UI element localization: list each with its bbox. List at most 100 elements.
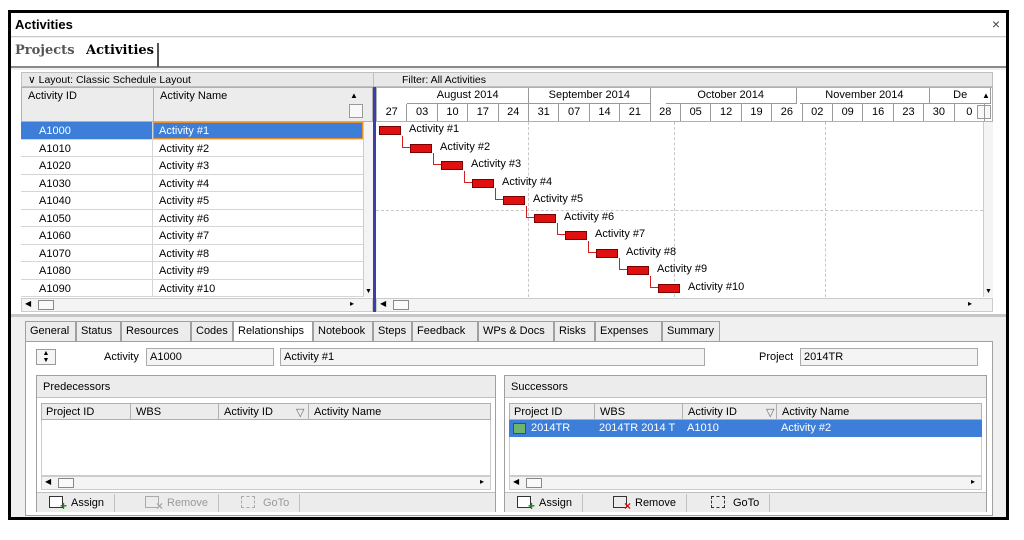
activity-label: Activity xyxy=(104,351,139,363)
column-header-activity-id[interactable]: Activity ID xyxy=(224,406,273,418)
column-divider[interactable] xyxy=(776,404,777,419)
gantt-bar[interactable] xyxy=(658,283,680,293)
scroll-left-icon[interactable]: ◀ xyxy=(45,477,51,486)
layout-selector[interactable]: ∨ Layout: Classic Schedule Layout xyxy=(21,72,378,87)
scroll-right-icon[interactable]: ▸ xyxy=(350,299,354,308)
column-header-wbs[interactable]: WBS xyxy=(136,406,161,418)
cell-divider xyxy=(152,279,153,296)
goto-successor-button[interactable]: GoTo xyxy=(711,494,771,512)
gantt-bar[interactable] xyxy=(534,213,556,223)
activity-name-cell: Activity #9 xyxy=(159,265,210,277)
tab-general[interactable]: General xyxy=(25,321,76,341)
assign-successor-button[interactable]: Assign xyxy=(517,494,584,513)
scroll-down-icon[interactable]: ▼ xyxy=(365,288,372,295)
activity-spinner[interactable]: ▲ ▼ xyxy=(36,349,56,365)
scroll-up-icon[interactable]: ▲ xyxy=(350,91,358,100)
column-header-activity-id[interactable]: Activity ID xyxy=(28,90,77,102)
column-divider[interactable] xyxy=(130,404,131,419)
column-divider[interactable] xyxy=(594,404,595,419)
pane-divider[interactable] xyxy=(11,314,1006,317)
gantt-bar[interactable] xyxy=(596,248,618,258)
cell-divider xyxy=(152,122,153,139)
column-header-activity-name[interactable]: Activity Name xyxy=(160,90,227,102)
gantt-bar[interactable] xyxy=(565,231,587,240)
scroll-thumb[interactable] xyxy=(393,300,409,310)
tab-notebook[interactable]: Notebook xyxy=(313,321,373,341)
tab-projects[interactable]: Projects xyxy=(15,43,75,58)
gantt-bar[interactable] xyxy=(472,178,494,188)
table-row[interactable]: A1030 Activity #4 xyxy=(21,174,363,192)
column-header-project-id[interactable]: Project ID xyxy=(46,406,94,418)
timescale-week: 24 xyxy=(499,104,529,121)
predecessors-list[interactable] xyxy=(41,420,491,476)
tab-steps[interactable]: Steps xyxy=(373,321,412,341)
tab-wps-docs[interactable]: WPs & Docs xyxy=(478,321,554,341)
scroll-left-icon[interactable]: ◀ xyxy=(513,477,519,486)
table-row[interactable]: A1050 Activity #6 xyxy=(21,209,363,227)
activity-id-cell: A1020 xyxy=(39,160,71,172)
table-row[interactable]: A1090 Activity #10 xyxy=(21,279,363,297)
gantt-bar[interactable] xyxy=(627,266,649,275)
timescale-week: 12 xyxy=(711,104,742,121)
table-row[interactable]: A1080 Activity #9 xyxy=(21,262,363,280)
cell-divider xyxy=(152,157,153,174)
tab-resources[interactable]: Resources xyxy=(121,321,191,341)
column-header-wbs[interactable]: WBS xyxy=(600,406,625,418)
successors-horizontal-scrollbar[interactable]: ◀ ▸ xyxy=(509,476,982,490)
scroll-thumb[interactable] xyxy=(526,478,542,488)
activity-id-field[interactable]: A1000 xyxy=(146,348,274,366)
remove-successor-button[interactable]: Remove xyxy=(613,494,687,513)
assign-predecessor-button[interactable]: Assign xyxy=(49,494,116,513)
table-row[interactable]: A1010 Activity #2 xyxy=(21,139,363,157)
sort-icon[interactable]: ▽ xyxy=(766,406,774,419)
column-header-activity-name[interactable]: Activity Name xyxy=(314,406,381,418)
column-chooser-box[interactable] xyxy=(349,104,363,118)
tab-risks[interactable]: Risks xyxy=(554,321,595,341)
scroll-thumb[interactable] xyxy=(38,300,54,310)
column-header-activity-name[interactable]: Activity Name xyxy=(782,406,849,418)
gantt-vertical-scrollbar[interactable]: ▼ xyxy=(983,122,993,297)
close-icon[interactable]: × xyxy=(992,16,1000,32)
column-divider[interactable] xyxy=(153,88,154,121)
scroll-right-icon[interactable]: ▸ xyxy=(968,299,972,308)
predecessors-horizontal-scrollbar[interactable]: ◀ ▸ xyxy=(41,476,491,490)
tab-status[interactable]: Status xyxy=(76,321,121,341)
column-header-project-id[interactable]: Project ID xyxy=(514,406,562,418)
column-divider[interactable] xyxy=(218,404,219,419)
scroll-left-icon[interactable]: ◀ xyxy=(380,299,386,308)
relationships-panel: ▲ ▼ Activity A1000 Activity #1 Project 20… xyxy=(25,341,993,516)
grid-horizontal-scrollbar[interactable]: ◀ ▸ xyxy=(21,298,373,312)
tab-feedback[interactable]: Feedback xyxy=(412,321,478,341)
column-divider[interactable] xyxy=(308,404,309,419)
column-header-activity-id[interactable]: Activity ID xyxy=(688,406,737,418)
cell-divider xyxy=(152,262,153,279)
activity-name-cell: Activity #10 xyxy=(159,282,216,295)
table-row[interactable]: A1040 Activity #5 xyxy=(21,192,363,210)
scroll-down-icon[interactable]: ▼ xyxy=(985,288,992,295)
table-row[interactable]: 2014TR 2014TR 2014 T A1010 Activity #2 xyxy=(509,420,982,437)
activity-name-field[interactable]: Activity #1 xyxy=(280,348,705,366)
scroll-left-icon[interactable]: ◀ xyxy=(25,299,31,308)
grid-vertical-scrollbar[interactable]: ▼ xyxy=(363,122,373,297)
column-divider[interactable] xyxy=(682,404,683,419)
gantt-bar[interactable] xyxy=(379,126,401,135)
sort-icon[interactable]: ▽ xyxy=(296,406,304,419)
table-row[interactable]: A1000 Activity #1 xyxy=(21,122,363,140)
activity-name-cell: Activity #5 xyxy=(159,195,210,207)
tab-activities[interactable]: Activities xyxy=(83,43,159,67)
tab-codes[interactable]: Codes xyxy=(191,321,233,341)
table-row[interactable]: A1020 Activity #3 xyxy=(21,157,363,175)
gantt-horizontal-scrollbar[interactable]: ◀ ▸ xyxy=(376,298,993,312)
scroll-right-icon[interactable]: ▸ xyxy=(971,477,975,486)
project-id-field[interactable]: 2014TR xyxy=(800,348,978,366)
table-row[interactable]: A1070 Activity #8 xyxy=(21,244,363,262)
gantt-bar[interactable] xyxy=(410,143,432,153)
gantt-bar[interactable] xyxy=(503,196,525,205)
tab-summary[interactable]: Summary xyxy=(662,321,720,341)
scroll-right-icon[interactable]: ▸ xyxy=(480,477,484,486)
scroll-thumb[interactable] xyxy=(58,478,74,488)
tab-relationships[interactable]: Relationships xyxy=(233,321,313,341)
table-row[interactable]: A1060 Activity #7 xyxy=(21,227,363,245)
gantt-bar[interactable] xyxy=(441,161,463,170)
tab-expenses[interactable]: Expenses xyxy=(595,321,662,341)
